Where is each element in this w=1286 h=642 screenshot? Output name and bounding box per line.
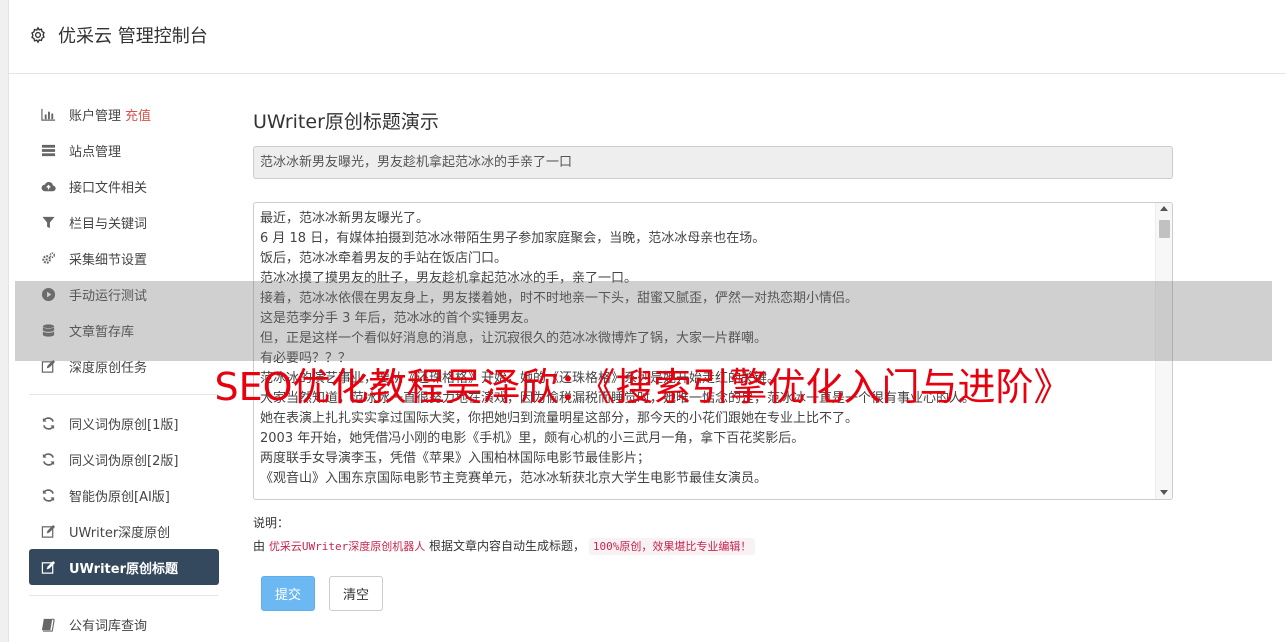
scroll-down-arrow-icon[interactable] bbox=[1160, 490, 1168, 495]
book-icon bbox=[39, 616, 57, 632]
content-line: 她在表演上扎扎实实拿过国际大奖，你把她归到流量明星这部分，那今天的小花们跟她在专… bbox=[260, 411, 859, 426]
gear-icon bbox=[29, 26, 47, 44]
content-line: 2003 年开始，她凭借冯小刚的电影《手机》里，颇有心机的小三武月一角，拿下百花… bbox=[260, 431, 805, 446]
sidebar-item-sites[interactable]: 站点管理 bbox=[29, 132, 219, 168]
edit-icon bbox=[39, 559, 57, 575]
watermark-text: SEO优化教程吴泽欣：《搜索引擎优化入门与进阶》 bbox=[214, 365, 1072, 409]
sidebar-item-label: 智能伪原创[AI版] bbox=[69, 489, 170, 505]
cloud-upload-icon bbox=[39, 178, 57, 194]
sidebar-item-uwriter-deep[interactable]: UWriter深度原创 bbox=[29, 513, 219, 549]
original-claim-code: 100%原创，效果堪比专业编辑！ bbox=[588, 538, 756, 555]
robot-name-code: 优采云UWriter深度原创机器人 bbox=[268, 540, 426, 553]
sidebar-item-label: 接口文件相关 bbox=[69, 180, 148, 196]
description-prefix: 由 bbox=[253, 539, 266, 553]
content-line: 最近，范冰冰新男友曝光了。 bbox=[260, 211, 430, 226]
bar-chart-icon bbox=[39, 106, 57, 122]
sidebar-item-label: 账户管理 bbox=[69, 108, 122, 124]
sidebar-item-public-lexicon[interactable]: 公有词库查询 bbox=[29, 606, 219, 642]
content-line: 6 月 18 日，有媒体拍摄到范冰冰带陌生男子参加家庭聚会，当晚，范冰冰母亲也在… bbox=[260, 231, 766, 246]
sidebar-item-collect-settings[interactable]: 采集细节设置 bbox=[29, 240, 219, 276]
sidebar-item-synonym-v2[interactable]: 同义词伪原创[2版] bbox=[29, 441, 219, 477]
sidebar-item-label: 公有词库查询 bbox=[69, 618, 148, 634]
sidebar-item-label: 栏目与关键词 bbox=[69, 216, 148, 232]
sidebar-item-label: 采集细节设置 bbox=[69, 252, 148, 268]
refresh-icon bbox=[39, 451, 57, 467]
sidebar-item-label: 站点管理 bbox=[69, 144, 122, 160]
app-title: 优采云 管理控制台 bbox=[58, 26, 208, 47]
cogs-icon bbox=[39, 250, 57, 266]
edit-icon bbox=[39, 523, 57, 539]
refresh-icon bbox=[39, 487, 57, 503]
recharge-link[interactable]: 充值 bbox=[125, 105, 151, 124]
refresh-icon bbox=[39, 415, 57, 431]
description-label: 说明： bbox=[253, 516, 290, 530]
sidebar-item-interface-files[interactable]: 接口文件相关 bbox=[29, 168, 219, 204]
filter-icon bbox=[39, 214, 57, 230]
header: 优采云 管理控制台 bbox=[9, 0, 1286, 74]
sidebar-item-label: 同义词伪原创[2版] bbox=[69, 453, 179, 469]
sidebar-item-ai-rewrite[interactable]: 智能伪原创[AI版] bbox=[29, 477, 219, 513]
sidebar-item-account[interactable]: 账户管理 充值 bbox=[29, 96, 219, 132]
description-middle: 根据文章内容自动生成标题， bbox=[429, 539, 586, 553]
sidebar-item-uwriter-title[interactable]: UWriter原创标题 bbox=[29, 549, 219, 585]
sidebar-item-columns-keywords[interactable]: 栏目与关键词 bbox=[29, 204, 219, 240]
main-panel: UWriter原创标题演示 范冰冰新男友曝光，男友趁机拿起范冰冰的手亲了一口 最… bbox=[253, 96, 1173, 611]
description-text: 由 优采云UWriter深度原创机器人 根据文章内容自动生成标题， 100%原创… bbox=[253, 537, 756, 555]
sidebar-item-label: 同义词伪原创[1版] bbox=[69, 417, 179, 433]
scroll-thumb[interactable] bbox=[1159, 220, 1170, 238]
content-line: 饭后，范冰冰牵着男友的手站在饭店门口。 bbox=[260, 251, 508, 266]
submit-button[interactable]: 提交 bbox=[261, 576, 315, 611]
generated-title-field[interactable]: 范冰冰新男友曝光，男友趁机拿起范冰冰的手亲了一口 bbox=[253, 146, 1173, 179]
server-icon bbox=[39, 142, 57, 158]
sidebar-item-label: UWriter深度原创 bbox=[69, 525, 171, 541]
page-title: UWriter原创标题演示 bbox=[253, 111, 439, 133]
sidebar-divider bbox=[29, 595, 218, 596]
sidebar-item-label: UWriter原创标题 bbox=[69, 561, 178, 577]
overlay-band bbox=[15, 281, 1272, 361]
content-line: 两度联手女导演李玉，凭借《苹果》入围柏林国际电影节最佳影片； bbox=[260, 451, 651, 466]
content-line: 《观音山》入围东京国际电影节主竞赛单元，范冰冰斩获北京大学生电影节最佳女演员。 bbox=[260, 471, 768, 486]
clear-button[interactable]: 清空 bbox=[329, 576, 383, 611]
scroll-up-arrow-icon[interactable] bbox=[1160, 206, 1168, 211]
